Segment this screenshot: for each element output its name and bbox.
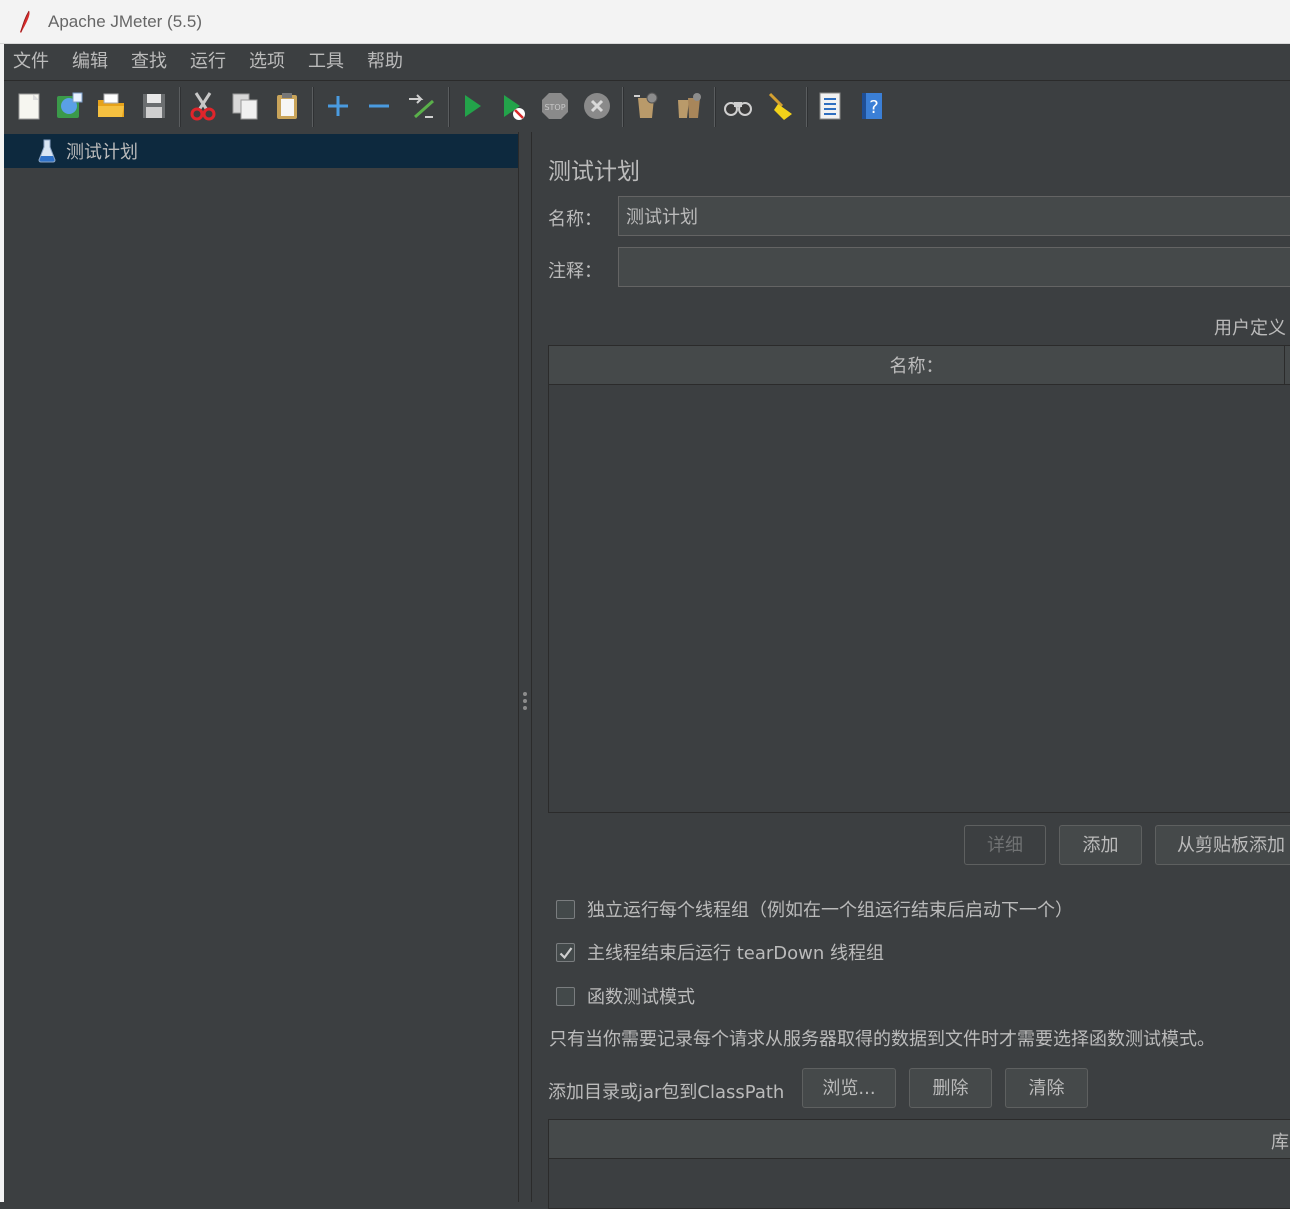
clear-icon[interactable]: [629, 89, 663, 123]
comment-label: 注释：: [548, 261, 602, 282]
menu-bar: 文件 编辑 查找 运行 选项 工具 帮助: [4, 44, 1290, 80]
toolbar-separator: [806, 87, 808, 127]
toolbar-separator: [622, 87, 624, 127]
function-helper-icon[interactable]: [813, 89, 847, 123]
panel-title: 测试计划: [548, 159, 640, 185]
table-header: 名称：: [549, 346, 1290, 385]
column-header-name[interactable]: 名称：: [549, 346, 1285, 384]
stop-icon[interactable]: STOP: [538, 89, 572, 123]
start-icon[interactable]: [455, 89, 489, 123]
functional-mode-option[interactable]: 函数测试模式: [556, 982, 695, 1010]
window-title-bar: Apache JMeter (5.5): [0, 0, 1290, 44]
tree-node-label: 测试计划: [66, 142, 138, 163]
detail-button[interactable]: 详细: [964, 825, 1046, 865]
svg-text:STOP: STOP: [544, 103, 565, 112]
menu-help[interactable]: 帮助: [358, 44, 414, 80]
browse-button[interactable]: 浏览...: [802, 1068, 896, 1108]
collapse-icon[interactable]: [362, 89, 396, 123]
cut-icon[interactable]: [186, 89, 220, 123]
toolbar-separator: [179, 87, 181, 127]
serialize-threadgroups-checkbox[interactable]: [556, 899, 575, 919]
functional-mode-checkbox[interactable]: [556, 986, 575, 1006]
menu-tools[interactable]: 工具: [299, 44, 355, 80]
split-pane-divider[interactable]: [518, 132, 532, 1202]
name-label: 名称：: [548, 209, 602, 230]
save-icon[interactable]: [137, 89, 171, 123]
name-field[interactable]: [618, 196, 1290, 236]
test-plan-tree: 测试计划: [4, 132, 518, 1202]
clear-all-icon[interactable]: [672, 89, 706, 123]
toggle-icon[interactable]: [404, 89, 438, 123]
functional-mode-note: 只有当你需要记录每个请求从服务器取得的数据到文件时才需要选择函数测试模式。: [549, 1029, 1215, 1050]
library-table-header: 库: [549, 1120, 1290, 1159]
clear-button[interactable]: 清除: [1005, 1068, 1088, 1108]
checkmark-icon: [559, 946, 573, 959]
copy-icon[interactable]: [228, 89, 262, 123]
new-icon[interactable]: [12, 89, 46, 123]
paste-icon[interactable]: [270, 89, 304, 123]
classpath-label: 添加目录或jar包到ClassPath: [548, 1082, 785, 1103]
menu-options[interactable]: 选项: [240, 44, 296, 80]
divider-grip: [523, 692, 527, 713]
user-defined-variables-table[interactable]: 名称：: [548, 345, 1290, 813]
start-no-pause-icon[interactable]: [496, 89, 530, 123]
comment-field[interactable]: [618, 247, 1290, 287]
tree-node-test-plan[interactable]: 测试计划: [4, 134, 518, 168]
toolbar: STOP ?: [4, 80, 1290, 132]
column-header-library[interactable]: 库: [1271, 1128, 1289, 1154]
test-plan-flask-icon: [38, 139, 56, 163]
open-icon[interactable]: [94, 89, 128, 123]
expand-icon[interactable]: [321, 89, 355, 123]
help-icon[interactable]: ?: [855, 89, 889, 123]
menu-edit[interactable]: 编辑: [63, 44, 119, 80]
toolbar-separator: [714, 87, 716, 127]
serialize-threadgroups-option[interactable]: 独立运行每个线程组（例如在一个组运行结束后启动下一个）: [556, 895, 1073, 923]
delete-button[interactable]: 删除: [909, 1068, 992, 1108]
add-from-clipboard-button[interactable]: 从剪贴板添加: [1155, 825, 1290, 865]
shutdown-icon[interactable]: [580, 89, 614, 123]
menu-file[interactable]: 文件: [4, 44, 60, 80]
templates-icon[interactable]: [52, 89, 86, 123]
serialize-threadgroups-label: 独立运行每个线程组（例如在一个组运行结束后启动下一个）: [587, 900, 1073, 921]
menu-run[interactable]: 运行: [181, 44, 237, 80]
teardown-label: 主线程结束后运行 tearDown 线程组: [587, 943, 885, 964]
functional-mode-label: 函数测试模式: [587, 987, 695, 1008]
toolbar-separator: [448, 87, 450, 127]
add-button[interactable]: 添加: [1059, 825, 1142, 865]
user-defined-variables-title: 用户定义: [1214, 318, 1286, 339]
reset-search-icon[interactable]: [763, 89, 797, 123]
jmeter-feather-icon: [20, 10, 30, 33]
teardown-checkbox[interactable]: [556, 942, 575, 962]
teardown-option[interactable]: 主线程结束后运行 tearDown 线程组: [556, 938, 884, 966]
svg-text:?: ?: [869, 97, 879, 118]
toolbar-separator: [312, 87, 314, 127]
search-icon[interactable]: [721, 89, 755, 123]
test-plan-panel: 测试计划 名称： 注释： 用户定义 名称： 详细 添加 从剪贴板添加 独立运行每…: [532, 132, 1290, 1209]
menu-search[interactable]: 查找: [122, 44, 178, 80]
window-title: Apache JMeter (5.5): [48, 11, 203, 31]
classpath-library-table[interactable]: 库: [548, 1119, 1290, 1209]
